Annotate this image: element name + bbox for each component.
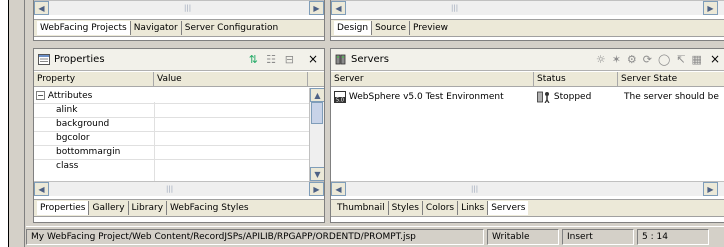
frame-divider — [8, 0, 9, 247]
tab-properties[interactable]: Properties — [37, 201, 89, 215]
column-property[interactable]: Property — [34, 72, 154, 87]
profile-server-icon[interactable]: ⚙ — [627, 53, 637, 66]
scroll-right-icon[interactable]: ▶ — [703, 182, 718, 196]
scroll-left-icon[interactable]: ◀ — [331, 182, 346, 196]
property-row[interactable]: bottommargin — [56, 146, 120, 158]
servers-view: Servers ☼ ✶ ⚙ ⟳ ◯ ↸ ▦ × Server Status Se… — [330, 48, 724, 223]
table-row[interactable]: 5.0 WebSphere v5.0 Test Environment Stop… — [334, 90, 724, 104]
scroll-grip-icon[interactable]: ||| — [166, 185, 173, 193]
properties-view-icon — [38, 54, 50, 65]
column-server-state[interactable]: Server State — [618, 72, 724, 87]
collapse-icon[interactable]: − — [36, 91, 45, 100]
workbench-edge — [24, 0, 25, 247]
tab-links[interactable]: Links — [457, 201, 487, 215]
servers-title: Servers — [351, 54, 390, 65]
status-file-path: My WebFacing Project/Web Content/RecordJ… — [26, 229, 484, 245]
column-value[interactable]: Value — [154, 72, 308, 87]
tab-library[interactable]: Library — [127, 201, 166, 215]
view-menu-icon[interactable]: ▦ — [692, 53, 702, 66]
tab-webfacing-styles[interactable]: WebFacing Styles — [166, 201, 252, 215]
navigator-hscroll[interactable]: ◀ ||| ▶ — [34, 0, 324, 15]
tab-gallery[interactable]: Gallery — [88, 201, 127, 215]
sort-properties-icon[interactable]: ⇅ — [249, 53, 258, 66]
scroll-right-icon[interactable]: ▶ — [309, 182, 324, 196]
servers-column-header: Server Status Server State — [331, 72, 724, 87]
scroll-right-icon[interactable]: ▶ — [309, 1, 324, 15]
property-row[interactable]: background — [56, 118, 109, 130]
scroll-grip-icon[interactable]: ||| — [184, 4, 191, 12]
scroll-up-icon[interactable]: ▲ — [310, 88, 324, 102]
filter-properties-icon[interactable]: ☷ — [266, 53, 276, 66]
tab-webfacing-projects[interactable]: WebFacing Projects — [37, 21, 130, 35]
property-row[interactable]: bgcolor — [56, 132, 90, 144]
properties-vscroll[interactable]: ▲ ▼ — [309, 88, 324, 181]
scroll-grip-icon[interactable]: ||| — [471, 185, 478, 193]
attributes-group[interactable]: − Attributes — [36, 90, 92, 102]
restart-server-icon[interactable]: ⟳ — [643, 53, 652, 66]
attributes-label: Attributes — [47, 91, 93, 101]
scroll-grip-icon[interactable]: ||| — [451, 4, 458, 12]
scroll-left-icon[interactable]: ◀ — [331, 1, 346, 15]
properties-column-header: Property Value — [34, 72, 324, 87]
server-name: WebSphere v5.0 Test Environment — [348, 92, 504, 102]
editor-tabs: Design Source Preview — [331, 19, 724, 37]
tab-source[interactable]: Source — [371, 21, 409, 35]
servers-tabs: Thumbnail Styles Colors Links Servers — [331, 199, 724, 217]
property-row[interactable]: alink — [56, 104, 77, 116]
stopped-status-icon — [537, 91, 550, 103]
close-icon[interactable]: × — [308, 52, 318, 66]
debug-server-icon[interactable]: ☼ — [596, 53, 606, 66]
scroll-left-icon[interactable]: ◀ — [34, 1, 49, 15]
tab-server-configuration[interactable]: Server Configuration — [180, 21, 281, 35]
scroll-down-icon[interactable]: ▼ — [310, 167, 324, 181]
properties-tabs: Properties Gallery Library WebFacing Sty… — [34, 199, 324, 217]
column-server[interactable]: Server — [331, 72, 534, 87]
tab-preview[interactable]: Preview — [409, 21, 451, 35]
tab-navigator[interactable]: Navigator — [129, 21, 181, 35]
publish-icon[interactable]: ↸ — [676, 53, 685, 66]
stop-server-icon[interactable]: ◯ — [658, 53, 670, 66]
scroll-left-icon[interactable]: ◀ — [34, 182, 49, 196]
scroll-thumb[interactable] — [311, 102, 323, 124]
tab-colors[interactable]: Colors — [421, 201, 457, 215]
navigator-pane: ◀ ||| ▶ WebFacing Projects Navigator Ser… — [33, 0, 325, 41]
svg-text:5.0: 5.0 — [336, 97, 344, 103]
start-server-icon[interactable]: ✶ — [612, 53, 621, 66]
tab-servers[interactable]: Servers — [487, 201, 529, 215]
column-status[interactable]: Status — [534, 72, 618, 87]
status-cursor-position: 5 : 14 — [637, 229, 709, 245]
show-categories-icon[interactable]: ⊟ — [285, 53, 294, 66]
property-row[interactable]: class — [56, 160, 78, 172]
properties-table: − Attributes alink background bgcolor bo… — [34, 88, 309, 182]
navigator-tabs: WebFacing Projects Navigator Server Conf… — [34, 19, 324, 37]
status-bar: My WebFacing Project/Web Content/RecordJ… — [26, 226, 724, 247]
properties-title: Properties — [54, 54, 105, 65]
tab-styles[interactable]: Styles — [387, 201, 422, 215]
properties-view: Properties ⊟ ☷ ⇅ × Property Value − Attr… — [33, 48, 325, 223]
servers-hscroll[interactable]: ◀ ||| ▶ — [331, 181, 724, 196]
editor-hscroll[interactable]: ◀ ||| ▶ — [331, 0, 724, 15]
properties-hscroll[interactable]: ◀ ||| ▶ — [34, 181, 324, 196]
websphere-server-icon: 5.0 — [334, 90, 346, 103]
close-icon[interactable]: × — [710, 52, 720, 66]
tab-design[interactable]: Design — [334, 21, 372, 35]
scroll-right-icon[interactable]: ▶ — [703, 1, 718, 15]
editor-pane: ◀ ||| ▶ Design Source Preview — [330, 0, 724, 41]
server-state: The server should be — [624, 92, 719, 102]
servers-view-icon — [335, 54, 346, 65]
properties-header: Properties ⊟ ☷ ⇅ × — [34, 49, 324, 71]
status-writable: Writable — [487, 229, 559, 245]
tab-thumbnail[interactable]: Thumbnail — [334, 201, 388, 215]
status-insert-mode: Insert — [562, 229, 634, 245]
servers-header: Servers ☼ ✶ ⚙ ⟳ ◯ ↸ ▦ × — [331, 49, 724, 71]
server-status: Stopped — [553, 92, 592, 102]
left-frame — [0, 0, 8, 247]
